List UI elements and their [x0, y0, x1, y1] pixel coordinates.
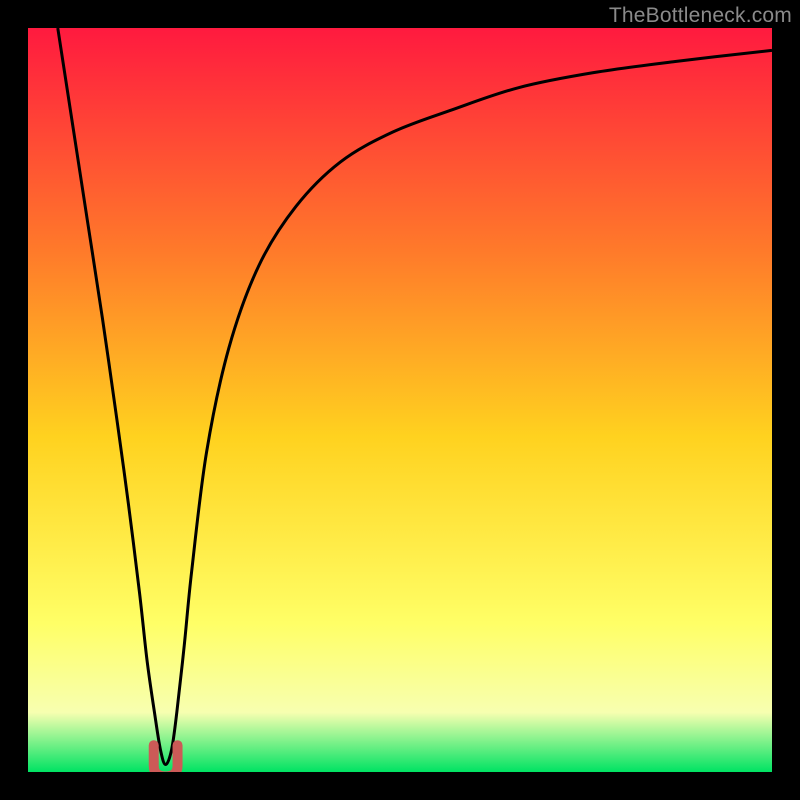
plot-svg — [28, 28, 772, 772]
watermark-text: TheBottleneck.com — [609, 4, 792, 28]
plot-frame — [28, 28, 772, 772]
gradient-background — [28, 28, 772, 772]
